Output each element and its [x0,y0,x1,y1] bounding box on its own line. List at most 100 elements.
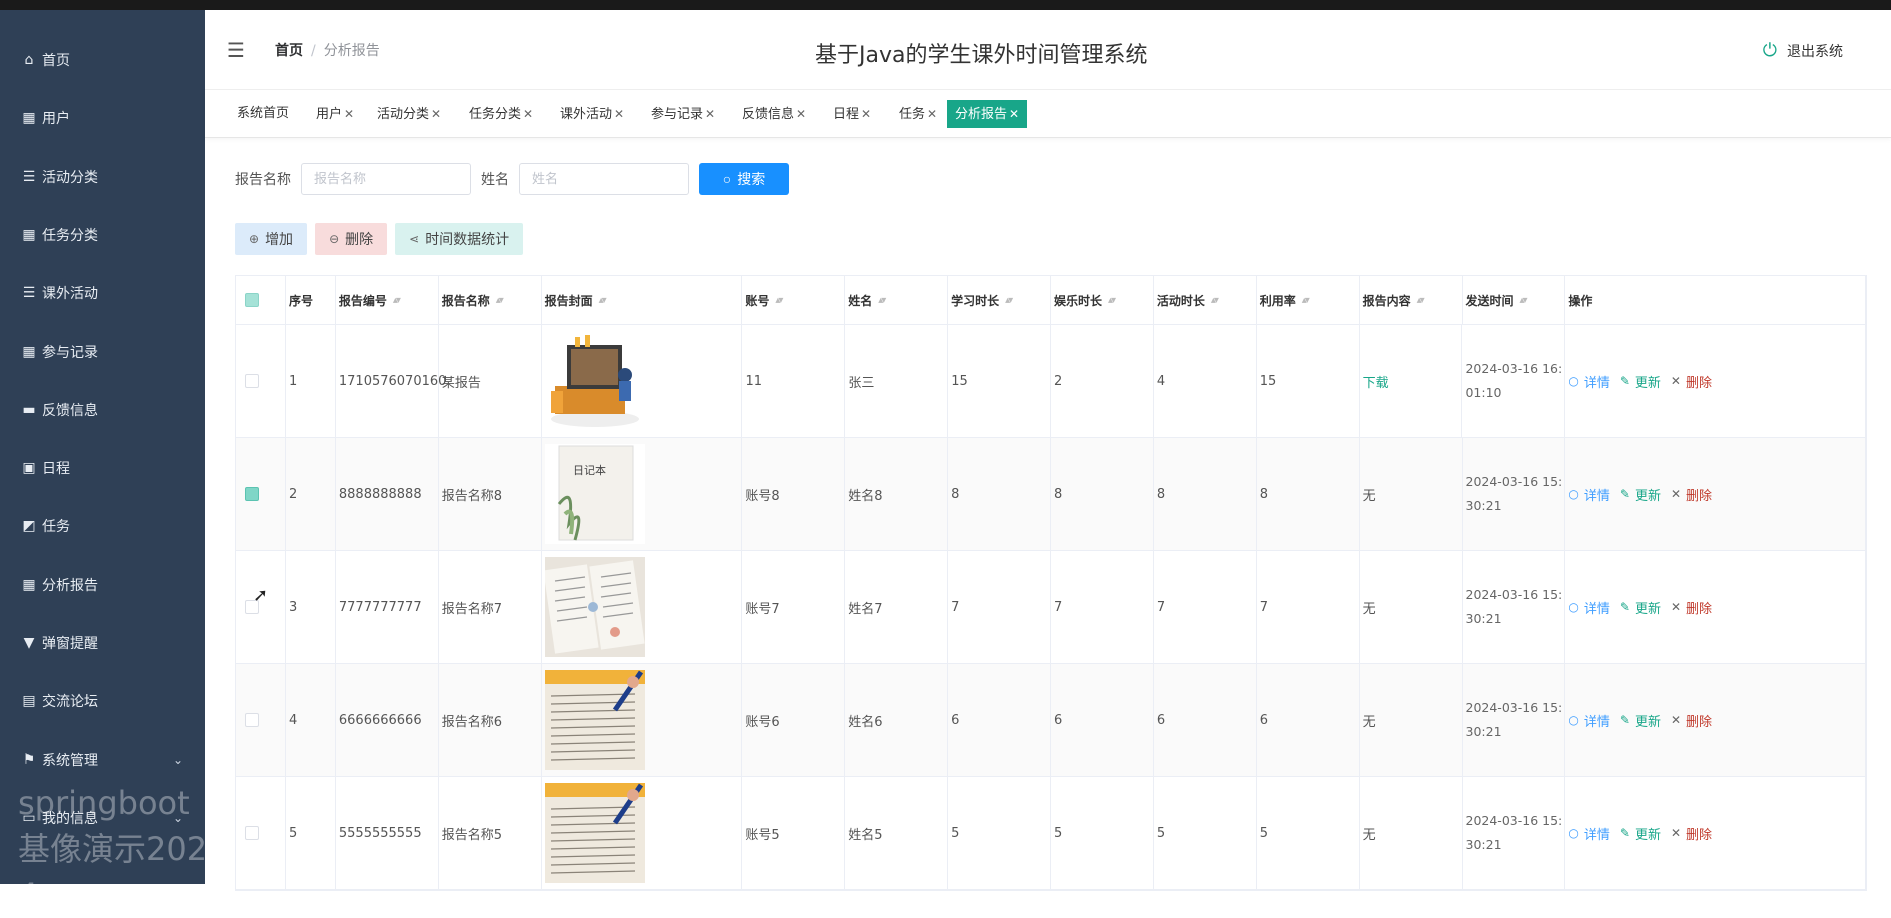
close-icon[interactable]: ✕ [927,107,937,121]
close-icon[interactable]: ✕ [1009,107,1019,121]
close-icon: ✕ [1670,487,1682,501]
batch-delete-button[interactable]: ⊖ 删除 [315,223,388,255]
sort-icon[interactable]: ▴▾ [1211,295,1219,306]
column-header[interactable]: 报告封面 ▴▾ [541,276,743,324]
tab-item[interactable]: 反馈信息 ✕ [738,100,810,128]
search-button-label: 搜索 [737,171,766,187]
sidebar-item[interactable]: ☰ 课外活动 [0,273,205,313]
sidebar-item[interactable]: ▦ 分析报告 [0,565,205,605]
column-header-label: 娱乐时长 [1054,293,1103,308]
detail-button[interactable]: ○ 详情 [1568,598,1610,617]
sidebar-item[interactable]: ▬ 反馈信息 [0,390,205,430]
column-header[interactable]: 报告名称 ▴▾ [438,276,542,324]
close-icon[interactable]: ✕ [344,107,354,121]
menu-toggle-icon[interactable]: ☰ [227,38,245,62]
tab-item[interactable]: 任务 ✕ [895,100,941,128]
detail-button[interactable]: ○ 详情 [1568,711,1610,730]
tab-item[interactable]: 参与记录 ✕ [647,100,719,128]
delete-button[interactable]: ✕ 删除 [1671,372,1712,391]
cell-rate: 6 [1256,664,1360,776]
row-checkbox[interactable] [245,713,259,727]
sidebar-item[interactable]: ⚑ 系统管理 ⌄ [0,740,205,780]
detail-button[interactable]: ○ 详情 [1568,372,1610,391]
row-checkbox[interactable] [245,374,259,388]
cell-no-text: 5 [288,825,298,841]
edit-icon: ✎ [1619,713,1630,727]
column-header[interactable]: 活动时长 ▴▾ [1153,276,1257,324]
tab-item[interactable]: 课外活动 ✕ [556,100,628,128]
column-header[interactable]: 学习时长 ▴▾ [948,276,1051,324]
close-icon[interactable]: ✕ [614,107,624,121]
column-header[interactable]: 娱乐时长 ▴▾ [1051,276,1154,324]
column-header[interactable]: 发送时间 ▴▾ [1462,276,1566,324]
stats-button[interactable]: ⋖ 时间数据统计 [395,223,524,255]
sidebar-item[interactable]: ▼ 弹窗提醒 [0,623,205,663]
column-header[interactable]: 姓名 ▴▾ [845,276,949,324]
sort-icon[interactable]: ▴▾ [1520,295,1528,306]
tab-item[interactable]: 分析报告 ✕ [947,100,1028,128]
column-header[interactable]: 报告内容 ▴▾ [1359,276,1463,324]
tab-item[interactable]: 日程 ✕ [829,100,875,128]
close-icon[interactable]: ✕ [861,107,871,121]
update-button[interactable]: ✎ 更新 [1620,824,1661,843]
detail-button[interactable]: ○ 详情 [1568,485,1610,504]
sidebar-item[interactable]: ▭ 我的信息 ⌄ [0,798,205,838]
breadcrumb-home[interactable]: 首页 [275,43,303,59]
sidebar-item[interactable]: ▦ 用户 [0,98,205,138]
sidebar-item-label: 分析报告 [42,577,98,594]
sidebar-item[interactable]: ◩ 任务 [0,506,205,546]
column-header[interactable]: 账号 ▴▾ [742,276,846,324]
sidebar-item[interactable]: ▦ 任务分类 [0,215,205,255]
sort-icon[interactable]: ▴▾ [393,295,401,306]
detail-button-label: 详情 [1583,827,1610,843]
delete-button[interactable]: ✕ 删除 [1671,598,1712,617]
close-icon[interactable]: ✕ [705,107,715,121]
cell-no-text: 2 [288,486,298,502]
tab-item[interactable]: 用户 ✕ [312,100,358,128]
download-link[interactable]: 下载 [1363,372,1389,391]
sort-icon[interactable]: ▴▾ [1005,295,1013,306]
delete-button[interactable]: ✕ 删除 [1671,824,1712,843]
sidebar-item[interactable]: ▣ 日程 [0,448,205,488]
update-button[interactable]: ✎ 更新 [1620,711,1661,730]
select-all-checkbox[interactable] [245,293,259,307]
add-button[interactable]: ⊕ 增加 [235,223,308,255]
column-header[interactable]: 报告编号 ▴▾ [335,276,439,324]
sort-icon[interactable]: ▴▾ [1417,295,1425,306]
cell-rate: 7 [1257,551,1360,663]
tab-item[interactable]: 活动分类 ✕ [373,100,445,128]
update-button[interactable]: ✎ 更新 [1620,485,1661,504]
update-button[interactable]: ✎ 更新 [1620,598,1661,617]
tab-item[interactable]: 任务分类 ✕ [465,100,537,128]
search-button[interactable]: ○ 搜索 [699,163,789,195]
cell-activity-text: 8 [1156,486,1166,502]
sidebar-item-label: 参与记录 [42,344,98,361]
row-checkbox[interactable] [245,487,259,501]
logout-button[interactable]: ⏻ 退出系统 [1763,40,1843,61]
sort-icon[interactable]: ▴▾ [599,295,607,306]
report-name-input[interactable] [301,163,471,195]
update-button[interactable]: ✎ 更新 [1620,372,1661,391]
column-header[interactable]: 利用率 ▴▾ [1256,276,1360,324]
sort-icon[interactable]: ▴▾ [878,295,886,306]
sidebar-item[interactable]: ▤ 交流论坛 [0,681,205,721]
cell-person: 张三 [845,325,949,437]
close-icon[interactable]: ✕ [431,107,441,121]
delete-button[interactable]: ✕ 删除 [1671,485,1712,504]
edit-icon: ✎ [1619,826,1630,840]
sort-icon[interactable]: ▴▾ [1108,295,1116,306]
name-input[interactable] [519,163,689,195]
sort-icon[interactable]: ▴▾ [775,295,783,306]
close-icon[interactable]: ✕ [523,107,533,121]
close-icon[interactable]: ✕ [796,107,806,121]
tab-item[interactable]: 系统首页 [233,100,293,128]
sort-icon[interactable]: ▴▾ [496,295,504,306]
delete-button[interactable]: ✕ 删除 [1671,711,1712,730]
row-checkbox[interactable] [245,826,259,840]
column-header-label: 报告编号 [338,293,387,308]
sort-icon[interactable]: ▴▾ [1302,295,1310,306]
sidebar-item[interactable]: ⌂ 首页 [0,40,205,80]
sidebar-item[interactable]: ☰ 活动分类 [0,157,205,197]
sidebar-item[interactable]: ▦ 参与记录 [0,332,205,372]
detail-button[interactable]: ○ 详情 [1568,824,1610,843]
